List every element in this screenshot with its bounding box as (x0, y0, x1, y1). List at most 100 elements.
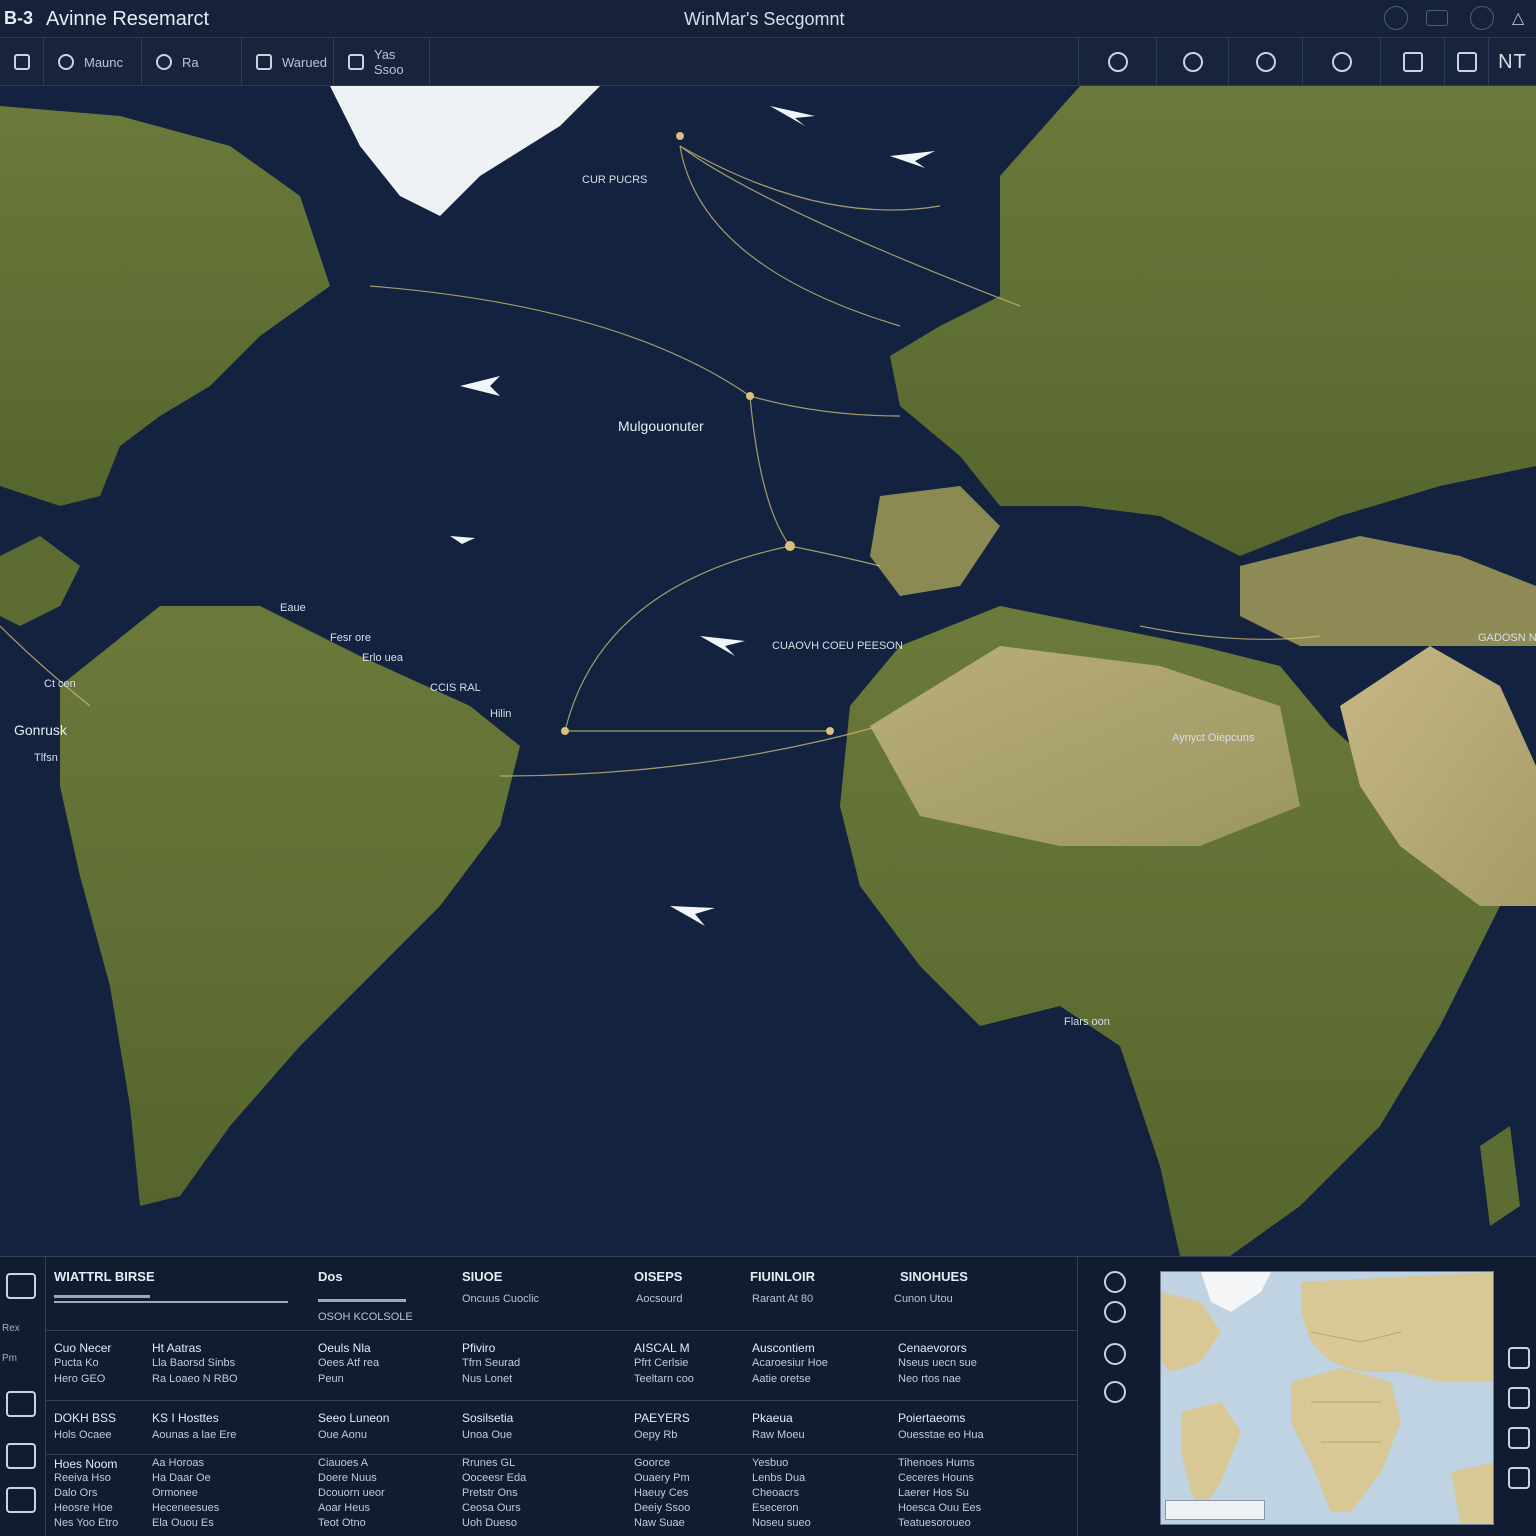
table-cell: Hoes Noom (54, 1457, 118, 1471)
column-header[interactable]: SINOHUES (900, 1269, 968, 1284)
chevron-icon (14, 54, 30, 70)
route-icon (58, 54, 74, 70)
toolbar-folder-button[interactable]: Warued (242, 38, 334, 86)
table-cell: Ouesstae eo Hua (898, 1429, 984, 1441)
table-group: DOKH BSS KS I Hosttes Seeo Luneon Sosils… (46, 1401, 1078, 1455)
table-cell: Cuo Necer (54, 1341, 112, 1355)
zoom-out-icon[interactable] (1104, 1301, 1126, 1323)
toolbar-weather-button[interactable] (1302, 38, 1380, 86)
globe-icon[interactable] (1470, 6, 1494, 30)
column-sub: Rarant At 80 (752, 1293, 814, 1305)
column-header[interactable]: FIUINLOIR (750, 1269, 815, 1284)
table-row[interactable]: DOKH BSS KS I Hosttes Seeo Luneon Sosils… (46, 1411, 1078, 1427)
toolbar: Maunc Ra Warued Yas Ssoo NT (0, 38, 1536, 86)
toolbar-menu-button[interactable] (1444, 38, 1488, 86)
filter-icon[interactable] (6, 1273, 36, 1299)
table-row[interactable]: Cuo Necer Ht Aatras Oeuls Nla Pfiviro AI… (46, 1341, 1078, 1357)
table-cell: Teatuesoroueo (898, 1517, 971, 1529)
zoom-in-icon[interactable] (1104, 1271, 1126, 1293)
table-cell: Seeo Luneon (318, 1411, 390, 1425)
aircraft-4 (890, 151, 935, 168)
table-cell: Ouaery Pm (634, 1472, 690, 1484)
toolbar-layers-label: Yas Ssoo (374, 47, 404, 77)
table-cell: Ra Loaeo N RBO (152, 1373, 238, 1385)
aircraft-icon[interactable] (6, 1391, 36, 1417)
minimize-icon[interactable] (1426, 10, 1448, 26)
toolbar-user-button[interactable] (1228, 38, 1302, 86)
table-cell: Oepy Rb (634, 1429, 678, 1441)
measure-icon[interactable] (1104, 1381, 1126, 1403)
toolbar-chevron-button[interactable] (0, 38, 44, 86)
world-map[interactable]: CUR PUCRS Mulgouonuter CUAOVH COEU PEESO… (0, 86, 1536, 1256)
table-cell: KS I Hosttes (152, 1411, 219, 1425)
toolbar-list-button[interactable] (1380, 38, 1444, 86)
column-sub: Oncuus Cuoclic (462, 1293, 540, 1305)
table-group: Cuo Necer Ht Aatras Oeuls Nla Pfiviro AI… (46, 1331, 1078, 1401)
minimap-settings-icon[interactable] (1508, 1427, 1530, 1449)
table-cell: Lla Baorsd Sinbs (152, 1357, 236, 1369)
table-cell: Cheoacrs (752, 1487, 800, 1499)
table-cell: Pkaeua (752, 1411, 793, 1425)
alert-icon[interactable] (6, 1487, 36, 1513)
layers-icon (348, 54, 364, 70)
table-cell: Poiertaeoms (898, 1411, 966, 1425)
warning-icon[interactable] (6, 1443, 36, 1469)
table-cell: Haeuy Ces (634, 1487, 689, 1499)
minimap-africa (1291, 1368, 1401, 1512)
settings-icon[interactable] (1384, 6, 1408, 30)
table-cell: Ela Ouou Es (152, 1517, 214, 1529)
table-cell: PAEYERS (634, 1411, 690, 1425)
toolbar-route-button[interactable]: Maunc (44, 38, 142, 86)
minimap-canvas (1161, 1272, 1493, 1524)
column-header[interactable]: Dos (318, 1269, 343, 1284)
toolbar-flight-label: Ra (182, 54, 199, 70)
table-cell: Peun (318, 1373, 344, 1385)
map-canvas (0, 86, 1536, 1256)
minimap-close-icon[interactable] (1508, 1467, 1530, 1489)
toolbar-compass-button[interactable] (1156, 38, 1228, 86)
table-row[interactable]: Heosre Hoe Heceneesues Aoar Heus Ceosa O… (46, 1502, 1078, 1516)
table-cell: Hols Ocaee (54, 1429, 112, 1441)
table-row[interactable]: Hero GEO Ra Loaeo N RBO Peun Nus Lonet T… (46, 1373, 1078, 1387)
toolbar-radar-button[interactable] (1078, 38, 1156, 86)
column-header[interactable]: OISEPS (634, 1269, 682, 1284)
iberia (870, 486, 1000, 596)
minimap-greenland (1201, 1272, 1271, 1312)
minimap-expand-icon[interactable] (1508, 1347, 1530, 1369)
toolbar-flight-button[interactable]: Ra (142, 38, 242, 86)
overview-minimap[interactable] (1160, 1271, 1494, 1525)
column-sub: Cunon Utou (894, 1293, 953, 1305)
table-cell: AISCAL M (634, 1341, 690, 1355)
title-bar: B-3 Avinne Resemarct WinMar's Secgomnt △ (0, 0, 1536, 38)
minimap-south-america (1181, 1402, 1241, 1512)
side-tool-label-1: Rex (2, 1323, 20, 1334)
minimap-layers-icon[interactable] (1508, 1387, 1530, 1409)
table-row[interactable]: Dalo Ors Ormonee Dcouorn ueor Pretstr On… (46, 1487, 1078, 1501)
radar-icon (1107, 52, 1128, 72)
label-north-atlantic: CUR PUCRS (582, 174, 648, 186)
table-row[interactable]: Pucta Ko Lla Baorsd Sinbs Oees Atf rea T… (46, 1357, 1078, 1371)
table-cell: Ceosa Ours (462, 1502, 521, 1514)
label-atlantic-south: Flars oon (1064, 1016, 1110, 1028)
toolbar-layers-button[interactable]: Yas Ssoo (334, 38, 430, 86)
user-icon[interactable]: △ (1512, 8, 1524, 28)
column-sub: Aocsourd (636, 1293, 683, 1305)
locate-icon[interactable] (1104, 1343, 1126, 1365)
column-header[interactable]: SIUOE (462, 1269, 502, 1284)
column-header[interactable]: WIATTRL BIRSE (54, 1269, 155, 1284)
table-cell: Eseceron (752, 1502, 799, 1514)
table-cell: Nseus uecn sue (898, 1357, 977, 1369)
table-cell: Aoar Heus (318, 1502, 370, 1514)
greenland (330, 86, 600, 216)
table-row[interactable]: Reeiva Hso Ha Daar Oe Doere Nuus Ooceesr… (46, 1472, 1078, 1486)
table-row[interactable]: Nes Yoo Etro Ela Ouou Es Teot Otno Uoh D… (46, 1517, 1078, 1531)
table-row[interactable]: Hols Ocaee Aounas a lae Ere Oue Aonu Uno… (46, 1429, 1078, 1443)
toolbar-nt-button[interactable]: NT (1488, 38, 1536, 86)
table-cell: Laerer Hos Su (898, 1487, 969, 1499)
column-underline (318, 1299, 406, 1302)
table-cell: Pretstr Ons (462, 1487, 518, 1499)
table-cell: Pfiviro (462, 1341, 496, 1355)
label-mid-atlantic: Mulgouonuter (618, 418, 704, 434)
table-cell: Reeiva Hso (54, 1472, 111, 1484)
table-row[interactable]: Hoes Noom Aa Horoas Ciauoes A Rrunes GL … (46, 1457, 1078, 1471)
